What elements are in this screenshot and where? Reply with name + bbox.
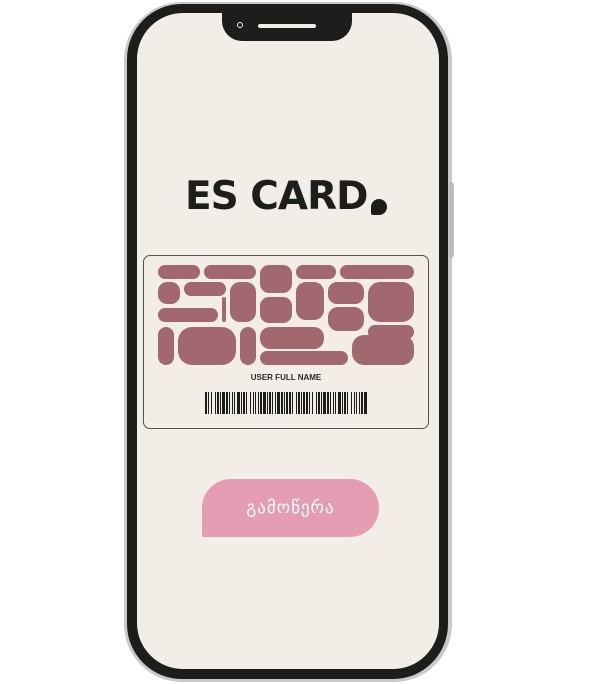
barcode-stripe: [327, 392, 329, 414]
brand-name: ES CARD: [185, 173, 369, 219]
barcode-stripe: [318, 392, 320, 414]
barcode-stripe: [292, 392, 293, 414]
barcode-stripe: [258, 392, 259, 414]
barcode-stripe: [234, 392, 235, 414]
barcode-stripe: [263, 392, 266, 414]
barcode-stripe: [226, 392, 228, 414]
barcode-stripe: [237, 392, 240, 414]
barcode-stripe: [306, 392, 308, 414]
card-holder-name: USER FULL NAME: [250, 373, 322, 382]
subscribe-button[interactable]: გამოწერა: [202, 479, 379, 537]
barcode-stripe: [321, 392, 322, 414]
barcode-stripe: [253, 392, 254, 414]
barcode-stripe: [316, 392, 317, 414]
barcode-stripe: [211, 392, 212, 414]
barcode-stripe: [361, 392, 363, 414]
barcode-stripe: [342, 392, 343, 414]
barcode-stripe: [356, 392, 357, 414]
barcode-stripe: [229, 392, 230, 414]
barcode-stripe: [344, 392, 346, 414]
barcode-stripe: [298, 392, 300, 414]
camera-icon: [237, 22, 243, 28]
barcode-stripe: [296, 392, 297, 414]
barcode-stripe: [205, 392, 207, 414]
barcode-stripe: [250, 392, 251, 414]
barcode-stripe: [351, 392, 352, 414]
barcode-stripe: [217, 392, 219, 414]
barcode-stripe: [347, 392, 348, 414]
barcode-stripe: [260, 392, 262, 414]
barcode-stripe: [335, 392, 336, 414]
barcode-icon: [205, 392, 367, 414]
speaker-grille: [258, 24, 316, 28]
barcode-stripe: [243, 392, 245, 414]
barcode-stripe: [286, 392, 288, 414]
barcode-stripe: [364, 392, 367, 414]
barcode-stripe: [215, 392, 216, 414]
barcode-stripe: [309, 392, 310, 414]
barcode-stripe: [284, 392, 285, 414]
brand-mark-icon: [370, 199, 387, 215]
barcode-stripe: [241, 392, 242, 414]
barcode-stripe: [312, 392, 313, 414]
barcode-stripe: [232, 392, 233, 414]
barcode-stripe: [330, 392, 331, 414]
barcode-stripe: [222, 392, 225, 414]
barcode-stripe: [277, 392, 280, 414]
brand-logo: ES CARD: [185, 168, 387, 224]
barcode-stripe: [303, 392, 305, 414]
barcode-stripe: [269, 392, 271, 414]
barcode-stripe: [333, 392, 334, 414]
barcode-stripe: [301, 392, 302, 414]
barcode-stripe: [272, 392, 273, 414]
barcode-stripe: [359, 392, 360, 414]
barcode-stripe: [289, 392, 291, 414]
barcode-stripe: [281, 392, 283, 414]
phone-mockup: ES CARD USER FULL NAME გამოწერა: [0, 0, 600, 684]
phone-side-button: [449, 182, 454, 258]
barcode-stripe: [354, 392, 355, 414]
barcode-stripe: [220, 392, 221, 414]
barcode-stripe: [323, 392, 326, 414]
barcode-stripe: [246, 392, 247, 414]
barcode-stripe: [275, 392, 276, 414]
barcode-stripe: [267, 392, 268, 414]
barcode-stripe: [208, 392, 209, 414]
barcode-stripe: [255, 392, 256, 414]
card-pattern-graphic: [158, 265, 414, 365]
barcode-stripe: [338, 392, 341, 414]
subscribe-button-label: გამოწერა: [246, 498, 335, 518]
